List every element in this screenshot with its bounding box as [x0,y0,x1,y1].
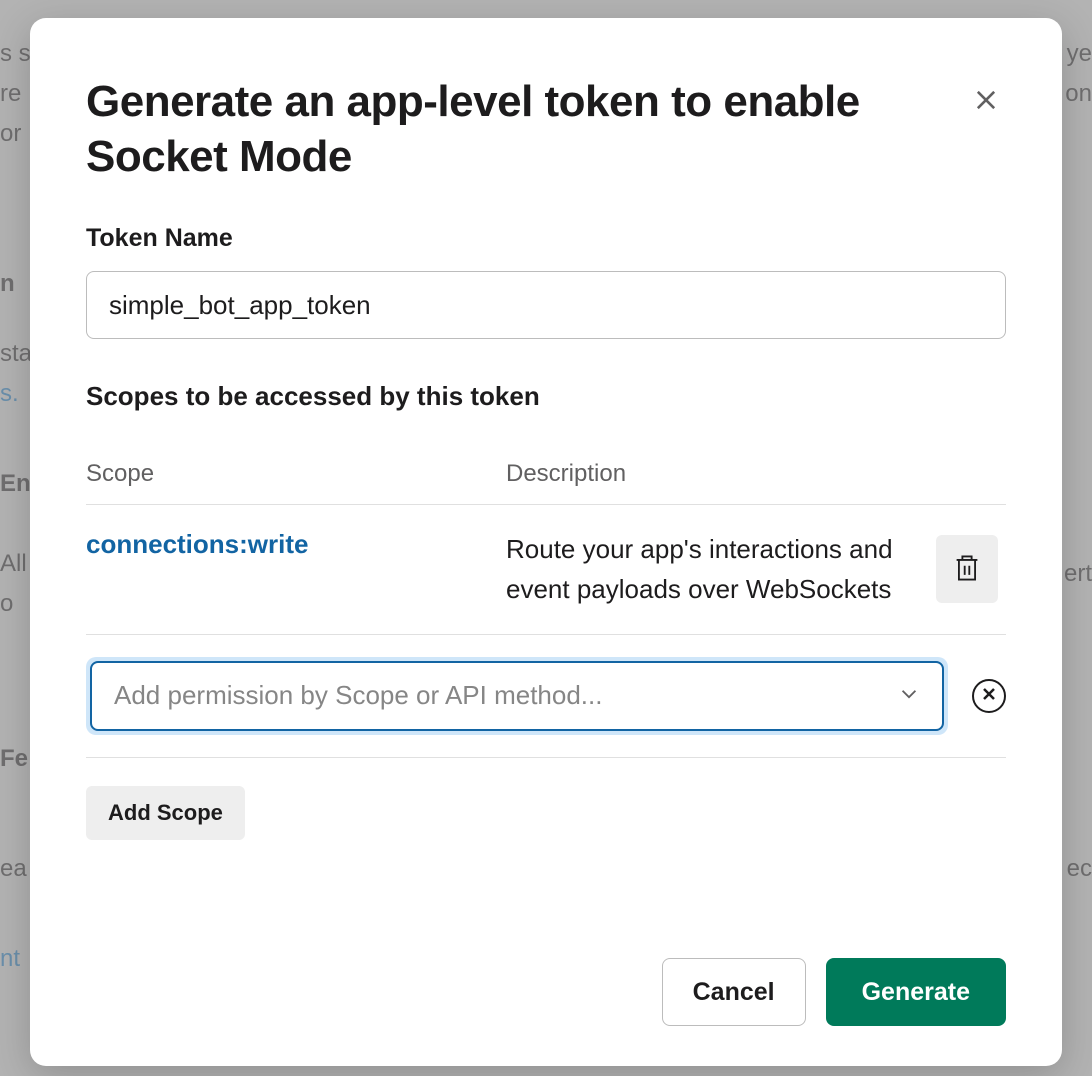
modal-title: Generate an app-level token to enable So… [86,74,886,184]
scopes-table-header: Scope Description [86,460,1006,505]
scope-dropdown-focus-ring: Add permission by Scope or API method... [86,657,948,735]
add-scope-button[interactable]: Add Scope [86,786,245,840]
bg-text: or [0,120,21,148]
clear-scope-button[interactable] [972,679,1006,713]
token-name-label: Token Name [86,224,1006,253]
bg-text: ert [1064,560,1092,588]
bg-text: nt [0,945,20,973]
close-icon [972,102,1000,117]
modal-header: Generate an app-level token to enable So… [86,74,1006,184]
bg-text: n [0,270,15,298]
bg-text: s. [0,380,19,408]
add-scope-container: Add Scope [86,758,1006,840]
x-circle-icon [982,687,996,704]
modal-footer: Cancel Generate [86,918,1006,1026]
bg-text: sta [0,340,32,368]
bg-text: on [1065,80,1092,108]
bg-text: En [0,470,31,498]
bg-text: ec [1067,855,1092,883]
scope-name-link[interactable]: connections:write [86,529,308,559]
column-description: Description [506,460,936,488]
bg-text: re [0,80,21,108]
bg-text: o [0,590,13,618]
scopes-heading: Scopes to be accessed by this token [86,381,1006,412]
chevron-down-icon [898,680,920,711]
bg-text: s s [0,40,31,68]
bg-text: ea [0,855,27,883]
scope-dropdown-placeholder: Add permission by Scope or API method... [114,680,602,711]
trash-icon [953,553,981,586]
cancel-button[interactable]: Cancel [662,958,806,1026]
scope-dropdown[interactable]: Add permission by Scope or API method... [90,661,944,731]
close-button[interactable] [966,80,1006,123]
add-scope-row: Add permission by Scope or API method... [86,635,1006,758]
scope-description: Route your app's interactions and event … [506,529,936,610]
generate-token-modal: Generate an app-level token to enable So… [30,18,1062,1066]
remove-scope-button[interactable] [936,535,998,603]
column-scope: Scope [86,460,506,488]
scope-row: connections:write Route your app's inter… [86,505,1006,635]
bg-text: Fe [0,745,28,773]
generate-button[interactable]: Generate [826,958,1006,1026]
bg-text: ye [1067,40,1092,68]
bg-text: All [0,550,27,578]
token-name-input[interactable] [86,271,1006,339]
